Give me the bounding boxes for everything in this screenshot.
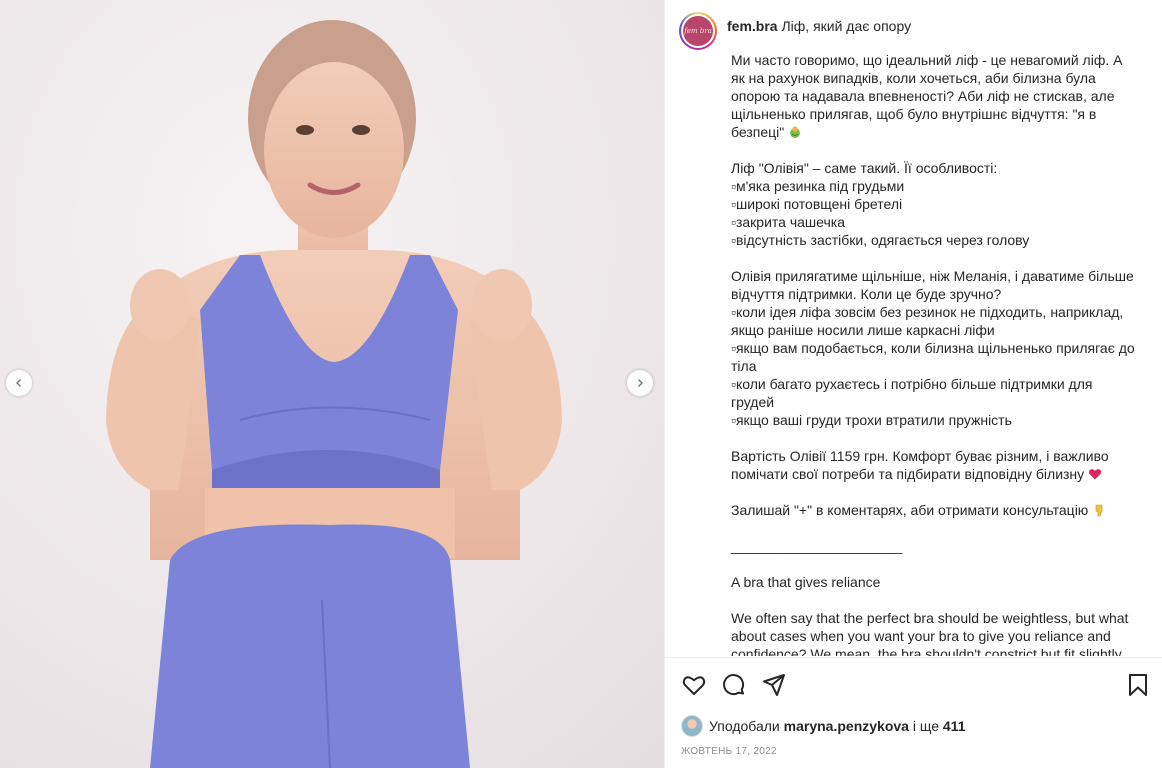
red-heart-emoji-icon: [1088, 469, 1102, 480]
bookmark-icon[interactable]: [1125, 672, 1151, 698]
avatar: fem bra: [683, 16, 713, 46]
caption-line: помічати свої потреби та підбирати відпо…: [731, 465, 1141, 483]
caption-line: безпеці": [731, 123, 1141, 141]
pointing-down-emoji-icon: [1095, 504, 1103, 517]
post-panel: fem bra fem.bra Ліф, який дає опору Ми ч…: [664, 0, 1162, 768]
post-date[interactable]: Жовтень 17, 2022: [681, 746, 777, 757]
likes-count[interactable]: 411: [943, 718, 966, 734]
comment-icon[interactable]: [721, 672, 747, 698]
caption-line: Вартість Олівії 1159 грн. Комфорт буває …: [731, 448, 1109, 464]
caption-line: ▫якщо вам подобається, коли білизна щіль…: [731, 340, 1135, 356]
caption-line: ▫якщо ваші груди трохи втратили пружніст…: [731, 412, 1012, 428]
caption-line: ▫коли багато рухаєтесь і потрібно більше…: [731, 376, 1093, 392]
share-icon[interactable]: [761, 672, 787, 698]
caption-title: Ліф, який дає опору: [781, 18, 912, 34]
previous-image-button[interactable]: [6, 370, 32, 396]
caption-line: відчуття підтримки. Коли це буде зручно?: [731, 286, 1002, 302]
caption-line: Олівія прилягатиме щільніше, ніж Меланія…: [731, 268, 1134, 284]
chevron-right-icon: [638, 379, 643, 387]
username-link[interactable]: fem.bra: [727, 18, 778, 34]
caption-line: тіла: [731, 358, 757, 374]
caption-line: якщо раніше носили лише каркасні ліфи: [731, 322, 995, 338]
post-actions: Уподобали maryna.penzykova і ще 411 Жовт…: [665, 657, 1162, 768]
caption-line: як на рахунок випадків, коли хочеться, а…: [731, 70, 1096, 86]
likes-summary[interactable]: Уподобали maryna.penzykova і ще 411: [681, 715, 965, 737]
next-image-button[interactable]: [627, 370, 653, 396]
caption-line: ▫м'яка резинка під грудьми: [731, 178, 905, 194]
caption-line: Ліф "Олівія" – саме такий. Її особливост…: [731, 160, 998, 176]
liker-avatar: [681, 715, 703, 737]
caption-head: fem.bra Ліф, який дає опору: [727, 17, 911, 35]
caption-line: A bra that gives reliance: [731, 574, 881, 590]
caption-line: Залишай "+" в коментарях, аби отримати к…: [731, 501, 1141, 519]
caption-line: опорою та надавала впевненості? Аби ліф …: [731, 88, 1115, 104]
caption-line: about cases when you want your bra to gi…: [731, 628, 1111, 644]
post-media[interactable]: [0, 0, 664, 768]
author-row: fem bra fem.bra Ліф, який дає опору: [679, 12, 911, 50]
shield-emoji-icon: [790, 126, 801, 138]
liker-username[interactable]: maryna.penzykova: [784, 718, 909, 734]
caption-text: Ми часто говоримо, що ідеальний ліф - це…: [731, 51, 1141, 656]
story-ring[interactable]: fem bra: [679, 12, 717, 50]
caption-line: грудей: [731, 394, 775, 410]
caption-line: confidence? We mean, the bra shouldn't c…: [731, 646, 1122, 656]
heart-icon[interactable]: [681, 672, 707, 698]
caption-line: We often say that the perfect bra should…: [731, 610, 1129, 626]
post-photo: [0, 0, 664, 768]
caption-line: ▫закрита чашечка: [731, 214, 845, 230]
caption-line: щільненько прилягав, щоб було внутрішнє …: [731, 106, 1097, 122]
caption-line: ▫коли ідея ліфа зовсім без резинок не пі…: [731, 304, 1124, 320]
caption-area[interactable]: fem bra fem.bra Ліф, який дає опору Ми ч…: [665, 0, 1162, 656]
caption-divider: ______________________: [731, 538, 903, 554]
caption-line: ▫широкі потовщені бретелі: [731, 196, 903, 212]
caption-line: ▫відсутність застібки, одягається через …: [731, 232, 1030, 248]
chevron-left-icon: [16, 379, 21, 387]
caption-line: Ми часто говоримо, що ідеальний ліф - це…: [731, 52, 1123, 68]
